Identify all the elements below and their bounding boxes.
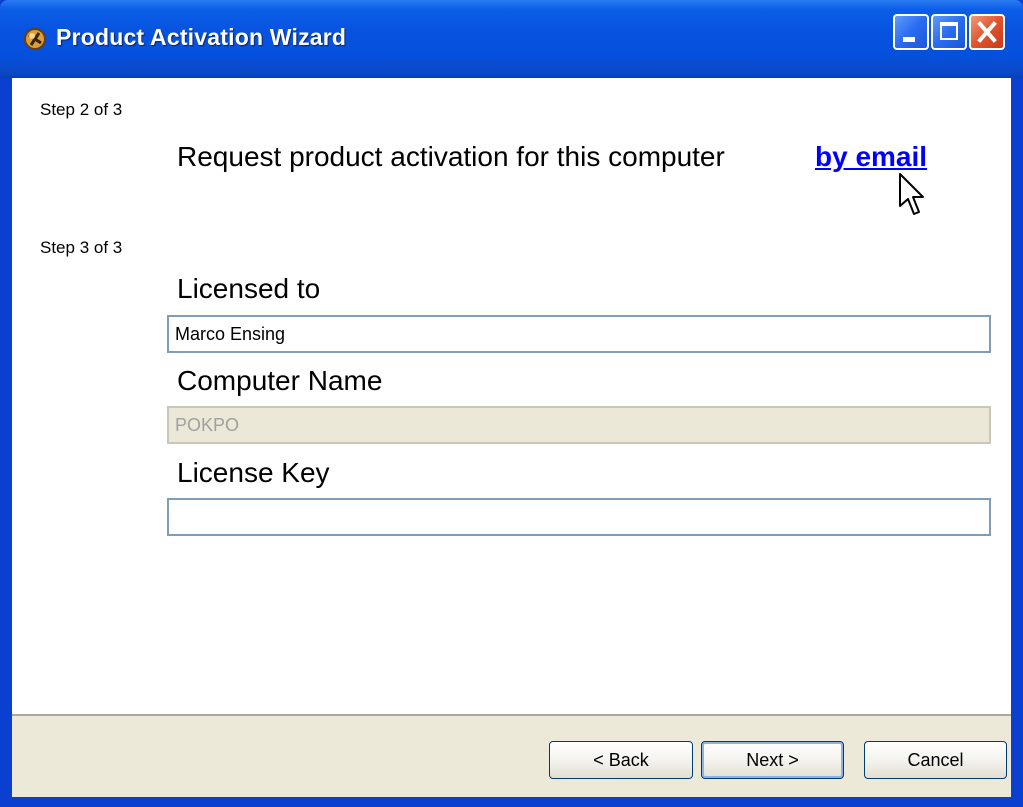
by-email-link[interactable]: by email [815,141,927,173]
licensed-to-label: Licensed to [177,273,321,304]
step-2-label: Step 2 of 3 [40,100,123,119]
title-bar[interactable]: Product Activation Wizard [0,0,1023,78]
request-activation-text: Request product activation for this comp… [177,141,725,172]
app-icon [24,28,46,50]
window-title: Product Activation Wizard [56,24,347,50]
maximize-icon [940,22,958,40]
back-button[interactable]: < Back [549,741,693,779]
maximize-button[interactable] [931,14,967,50]
license-key-field[interactable] [167,498,991,536]
close-button[interactable] [969,14,1005,50]
minimize-icon [903,37,915,42]
window-bottom-border [0,797,1023,807]
step-3-label: Step 3 of 3 [40,238,123,257]
computer-name-label: Computer Name [177,365,383,396]
cancel-button[interactable]: Cancel [864,741,1007,779]
licensed-to-field[interactable] [167,315,991,353]
close-icon [977,21,997,43]
mouse-cursor-icon [899,173,924,215]
wizard-window: Product Activation Wizard Step 2 of 3 Re… [0,0,1023,807]
computer-name-field [167,406,991,444]
next-button[interactable]: Next > [701,741,844,779]
minimize-button[interactable] [893,14,929,50]
license-key-label: License Key [177,457,330,488]
wizard-content [12,78,1011,714]
button-bar [12,714,1011,797]
